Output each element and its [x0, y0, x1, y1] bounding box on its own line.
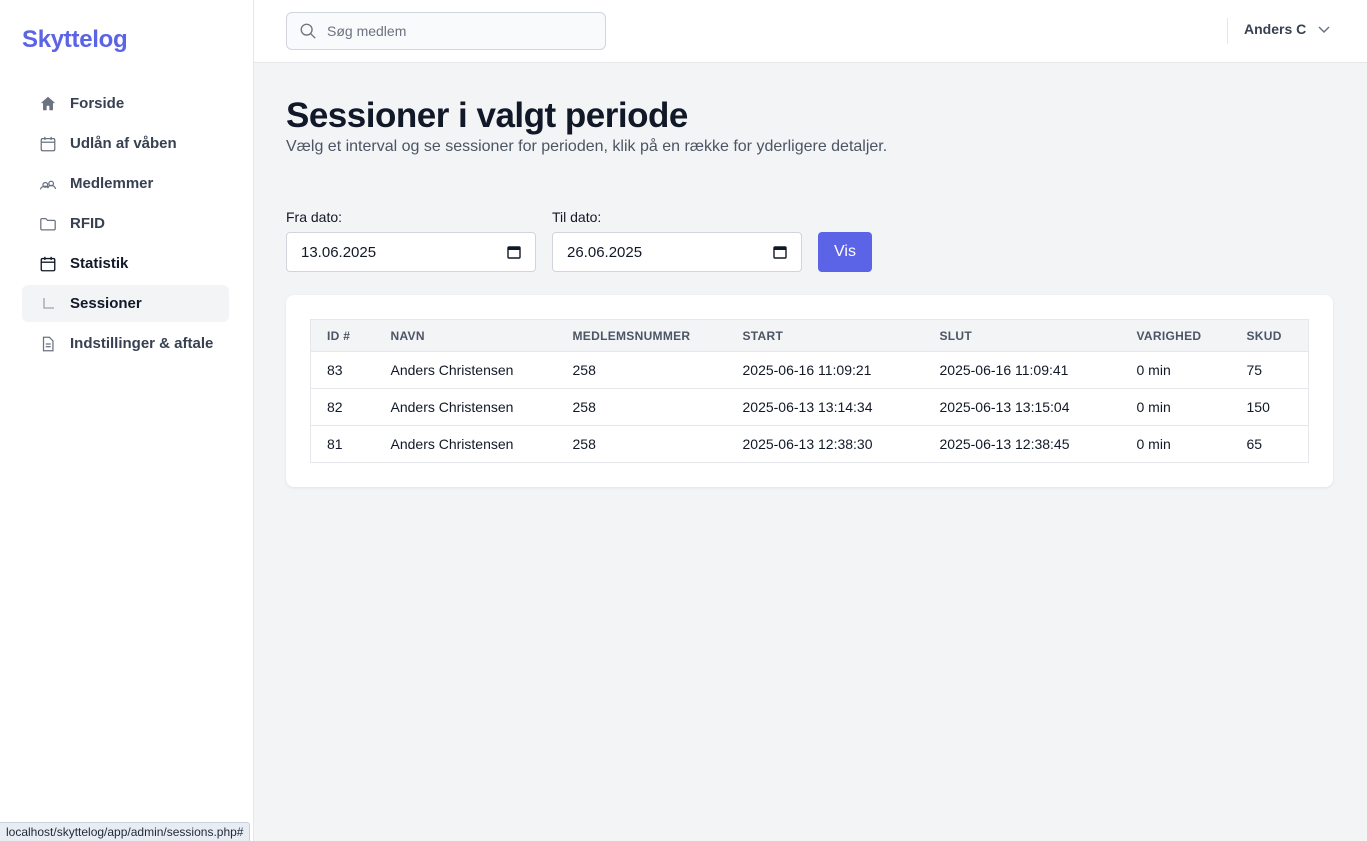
main-content: Sessioner i valgt periode Vælg et interv… [286, 63, 1333, 487]
column-header-start: START [742, 328, 784, 343]
column-header-skud: SKUD [1246, 328, 1282, 343]
sessions-table: ID # NAVN MEDLEMSNUMMER START SLUT VARIG… [310, 319, 1309, 463]
corner-icon [38, 294, 58, 314]
users-icon [38, 174, 58, 194]
header-divider [1227, 18, 1228, 44]
cell-varighed: 0 min [1136, 399, 1171, 415]
cell-navn: Anders Christensen [390, 436, 514, 452]
table-header-row: ID # NAVN MEDLEMSNUMMER START SLUT VARIG… [310, 319, 1309, 352]
sidebar-item-label: Udlån af våben [70, 135, 177, 152]
folder-icon [38, 214, 58, 234]
cell-skud: 150 [1246, 399, 1270, 415]
column-header-varighed: VARIGHED [1136, 328, 1202, 343]
to-date-field: Til dato: 26.06.2025 [552, 209, 802, 272]
cell-varighed: 0 min [1136, 362, 1171, 378]
from-date-input[interactable]: 13.06.2025 [286, 232, 536, 272]
column-header-id: ID # [327, 328, 351, 343]
chevron-down-icon [1318, 26, 1330, 34]
cell-start: 2025-06-13 13:14:34 [742, 399, 873, 415]
calendar-icon[interactable] [507, 245, 521, 259]
sidebar-item-indstillinger[interactable]: Indstillinger & aftale [22, 325, 229, 362]
cell-medlemsnummer: 258 [572, 436, 596, 452]
calendar-icon [38, 254, 58, 274]
user-name: Anders C [1244, 21, 1307, 37]
vis-button[interactable]: Vis [818, 232, 872, 272]
sidebar-item-rfid[interactable]: RFID [22, 205, 229, 242]
sidebar-item-label: Sessioner [70, 295, 142, 312]
table-row[interactable]: 81 Anders Christensen 258 2025-06-13 12:… [310, 425, 1309, 463]
sidebar-item-sessioner[interactable]: Sessioner [22, 285, 229, 322]
brand-logo[interactable]: Skyttelog [22, 26, 128, 54]
cell-skud: 65 [1246, 436, 1263, 452]
column-header-navn: NAVN [390, 328, 425, 343]
sidebar: Skyttelog Forside Udlån af våben Medlemm… [0, 0, 254, 841]
cell-navn: Anders Christensen [390, 362, 514, 378]
cell-id: 83 [327, 362, 343, 378]
cell-skud: 75 [1246, 362, 1263, 378]
document-icon [38, 334, 58, 354]
calendar-icon[interactable] [773, 245, 787, 259]
search-icon [300, 23, 316, 39]
column-header-slut: SLUT [939, 328, 973, 343]
cell-medlemsnummer: 258 [572, 399, 596, 415]
search-box[interactable] [286, 12, 606, 50]
cell-slut: 2025-06-16 11:09:41 [939, 362, 1069, 378]
cell-id: 81 [327, 436, 343, 452]
calendar-icon [38, 134, 58, 154]
to-date-label: Til dato: [552, 209, 602, 225]
cell-start: 2025-06-13 12:38:30 [742, 436, 873, 452]
top-bar: Anders C [254, 0, 1367, 63]
sessions-card: ID # NAVN MEDLEMSNUMMER START SLUT VARIG… [286, 295, 1333, 487]
cell-navn: Anders Christensen [390, 399, 514, 415]
to-date-value: 26.06.2025 [567, 243, 643, 261]
user-menu[interactable]: Anders C [1244, 21, 1332, 37]
status-bar-url: localhost/skyttelog/app/admin/sessions.p… [0, 822, 251, 841]
page-subtitle: Vælg et interval og se sessioner for per… [286, 138, 888, 155]
search-input[interactable] [327, 23, 587, 39]
table-row[interactable]: 83 Anders Christensen 258 2025-06-16 11:… [310, 351, 1309, 389]
sidebar-item-forside[interactable]: Forside [22, 85, 229, 122]
date-filter-form: Fra dato: 13.06.2025 Til dato: 26.06.202… [286, 209, 872, 272]
from-date-label: Fra dato: [286, 209, 343, 225]
sidebar-item-label: RFID [70, 215, 105, 232]
from-date-value: 13.06.2025 [301, 243, 377, 261]
sidebar-item-label: Statistik [70, 255, 129, 272]
sidebar-item-label: Forside [70, 95, 125, 112]
column-header-medlemsnummer: MEDLEMSNUMMER [572, 328, 691, 343]
cell-medlemsnummer: 258 [572, 362, 596, 378]
sidebar-item-udlaan[interactable]: Udlån af våben [22, 125, 229, 162]
home-icon [38, 94, 58, 114]
cell-slut: 2025-06-13 13:15:04 [939, 399, 1070, 415]
sidebar-nav: Forside Udlån af våben Medlemmer RFID St… [22, 85, 229, 365]
from-date-field: Fra dato: 13.06.2025 [286, 209, 536, 272]
to-date-input[interactable]: 26.06.2025 [552, 232, 802, 272]
cell-slut: 2025-06-13 12:38:45 [939, 436, 1070, 452]
sidebar-item-label: Indstillinger & aftale [70, 335, 214, 352]
table-row[interactable]: 82 Anders Christensen 258 2025-06-13 13:… [310, 388, 1309, 426]
page-title: Sessioner i valgt periode [286, 96, 688, 135]
cell-varighed: 0 min [1136, 436, 1171, 452]
sidebar-item-label: Medlemmer [70, 175, 154, 192]
sidebar-item-statistik[interactable]: Statistik [22, 245, 229, 282]
cell-start: 2025-06-16 11:09:21 [742, 362, 872, 378]
sidebar-item-medlemmer[interactable]: Medlemmer [22, 165, 229, 202]
cell-id: 82 [327, 399, 343, 415]
